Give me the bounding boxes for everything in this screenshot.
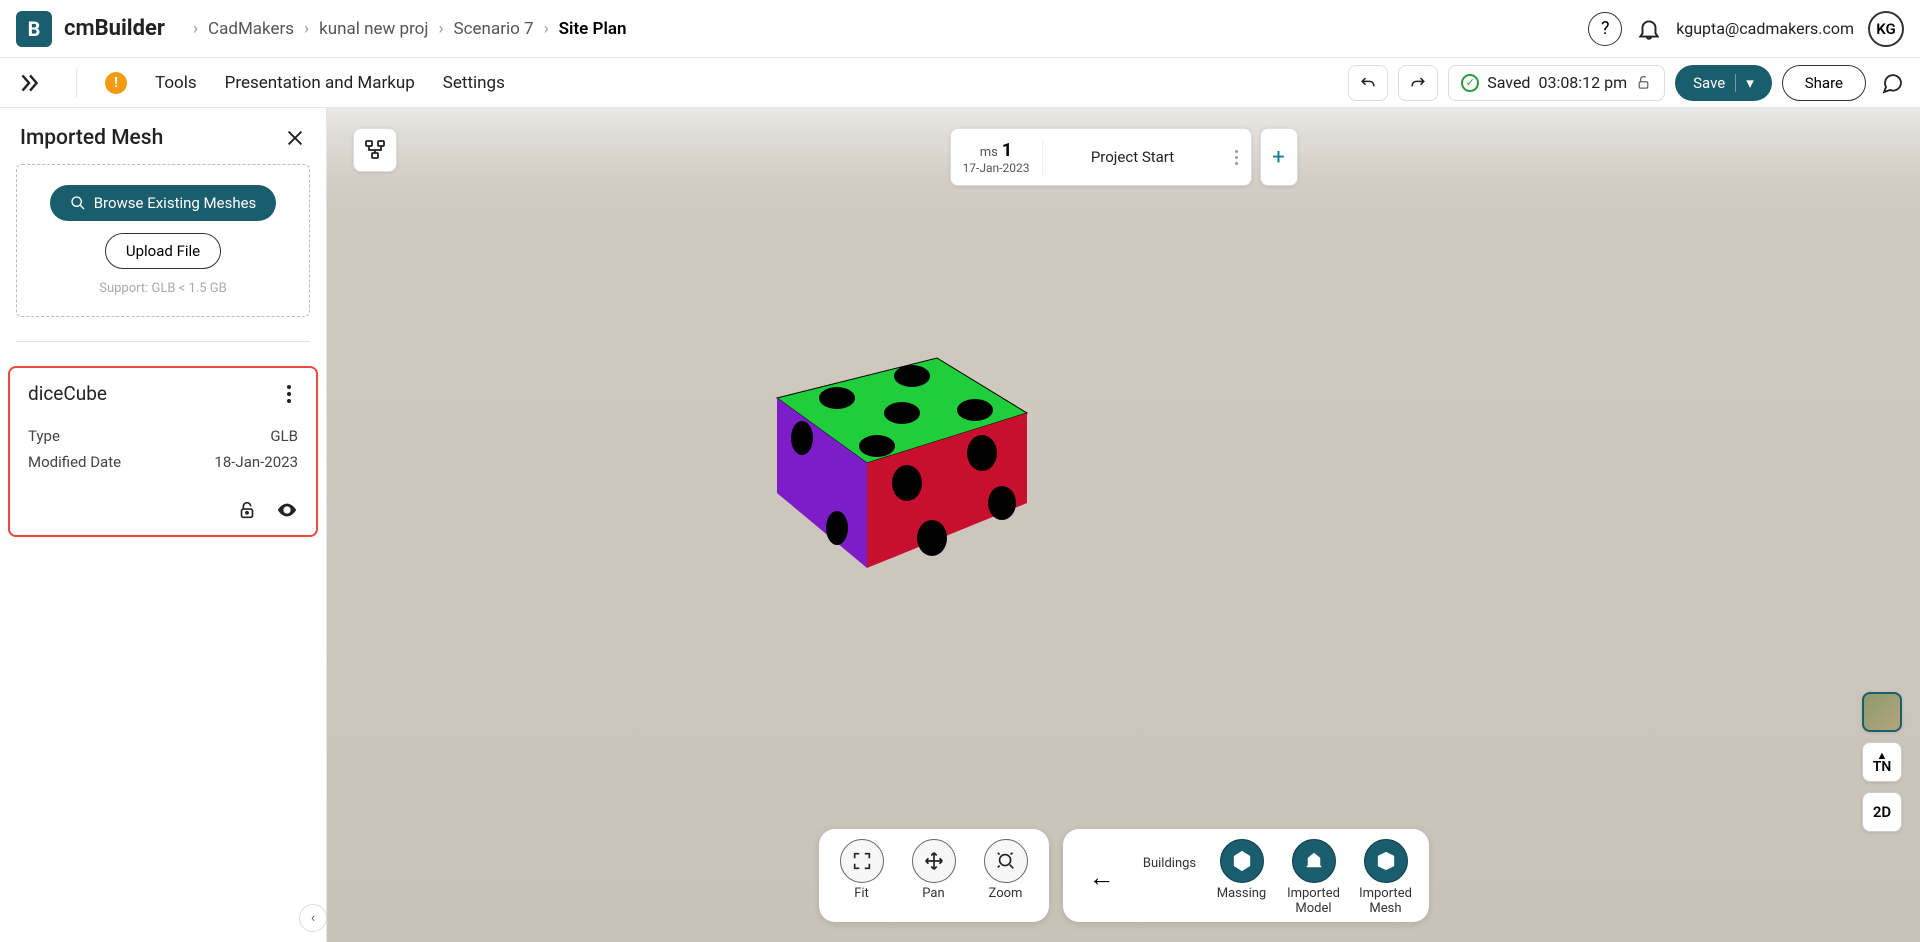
warning-icon[interactable]: ! [105, 72, 127, 94]
breadcrumb: › CadMakers › kunal new proj › Scenario … [193, 19, 627, 39]
redo-button[interactable] [1398, 65, 1438, 101]
mesh-type-value: GLB [270, 427, 298, 445]
help-icon[interactable]: ? [1588, 12, 1622, 46]
buildings-button[interactable]: Buildings [1141, 839, 1199, 916]
close-icon[interactable] [284, 127, 306, 149]
mesh-date-value: 18-Jan-2023 [214, 453, 298, 471]
mesh-preview[interactable] [717, 298, 1077, 598]
mesh-card[interactable]: diceCube Type GLB Modified Date 18-Jan-202… [8, 366, 318, 537]
zoom-button[interactable]: Zoom [977, 839, 1035, 916]
notifications-icon[interactable] [1636, 16, 1662, 42]
menu-presentation[interactable]: Presentation and Markup [225, 73, 415, 93]
chevron-right-icon: › [304, 19, 309, 39]
2d-button[interactable]: 2D [1862, 792, 1902, 832]
chevron-right-icon: › [544, 19, 549, 39]
save-dropdown-icon[interactable]: ▾ [1735, 74, 1754, 92]
upload-file-button[interactable]: Upload File [105, 233, 221, 269]
object-tools: ← Buildings Massing Imported Model Impor… [1063, 829, 1429, 922]
fit-button[interactable]: Fit [833, 839, 891, 916]
share-button[interactable]: Share [1782, 65, 1866, 101]
lock-open-icon[interactable] [1635, 74, 1652, 91]
brand-text: cmBuilder [64, 16, 165, 41]
expand-icon[interactable] [16, 70, 42, 96]
add-milestone-button[interactable]: + [1260, 128, 1298, 186]
milestone-name: Project Start [1043, 148, 1223, 166]
mesh-type-label: Type [28, 427, 60, 445]
crumb-scenario[interactable]: Scenario 7 [454, 19, 534, 39]
crumb-project[interactable]: kunal new proj [319, 19, 428, 39]
chevron-right-icon: › [438, 19, 443, 39]
mesh-name: diceCube [28, 382, 107, 405]
check-icon: ✓ [1461, 74, 1479, 92]
massing-button[interactable]: Massing [1213, 839, 1271, 916]
save-button[interactable]: Save ▾ [1675, 65, 1772, 101]
view-tools: Fit Pan Zoom [819, 829, 1049, 922]
menu-settings[interactable]: Settings [443, 73, 505, 93]
mesh-date-label: Modified Date [28, 453, 121, 471]
mesh-more-icon[interactable] [280, 385, 298, 403]
browse-meshes-button[interactable]: Browse Existing Meshes [50, 185, 277, 221]
imported-mesh-button[interactable]: Imported Mesh [1357, 839, 1415, 916]
sidebar: Imported Mesh Browse Existing Meshes Upl… [0, 108, 327, 942]
user-avatar[interactable]: KG [1868, 11, 1904, 47]
milestone-more-icon[interactable] [1223, 150, 1251, 165]
viewport[interactable]: ms1 17-Jan-2023 Project Start + [327, 108, 1920, 942]
support-text: Support: GLB < 1.5 GB [99, 281, 226, 296]
crumb-org[interactable]: CadMakers [208, 19, 294, 39]
saved-status: ✓ Saved 03:08:12 pm [1448, 65, 1665, 101]
menu-tools[interactable]: Tools [155, 73, 197, 93]
imported-model-button[interactable]: Imported Model [1285, 839, 1343, 916]
crumb-current: Site Plan [559, 19, 627, 39]
eye-icon[interactable] [276, 499, 298, 521]
wbs-button[interactable] [353, 128, 397, 172]
collapse-sidebar-icon[interactable]: ‹ [299, 904, 327, 932]
chevron-right-icon: › [193, 19, 198, 39]
undo-button[interactable] [1348, 65, 1388, 101]
sidebar-title: Imported Mesh [20, 126, 163, 150]
minimap-button[interactable] [1862, 692, 1902, 732]
pan-button[interactable]: Pan [905, 839, 963, 916]
app-logo[interactable]: B [16, 11, 52, 47]
lock-icon[interactable] [236, 499, 258, 521]
comment-icon[interactable] [1880, 71, 1904, 95]
back-button[interactable]: ← [1077, 839, 1127, 916]
true-north-button[interactable]: ▲TN [1862, 742, 1902, 782]
upload-area: Browse Existing Meshes Upload File Suppo… [16, 164, 310, 317]
milestone-card[interactable]: ms1 17-Jan-2023 Project Start [950, 128, 1252, 186]
user-email: kgupta@cadmakers.com [1676, 19, 1854, 38]
